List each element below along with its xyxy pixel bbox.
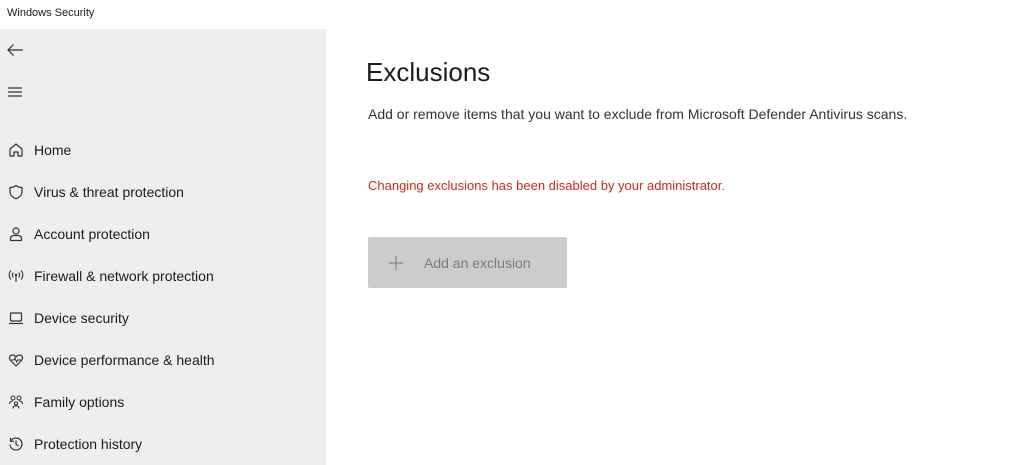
main-content: Exclusions Add or remove items that you … — [326, 29, 1024, 465]
family-icon — [3, 394, 29, 410]
sidebar-item-family-options[interactable]: Family options — [0, 381, 326, 423]
sidebar-item-label: Home — [34, 142, 72, 158]
windows-security-window: Windows Security Home Virus & threat pro… — [0, 0, 1024, 465]
person-icon — [3, 226, 29, 242]
admin-disabled-warning: Changing exclusions has been disabled by… — [368, 178, 725, 193]
sidebar-item-device-performance-health[interactable]: Device performance & health — [0, 339, 326, 381]
back-arrow-icon — [6, 43, 24, 57]
sidebar-item-label: Family options — [34, 394, 125, 410]
sidebar-item-label: Device performance & health — [34, 352, 215, 368]
heart-pulse-icon — [3, 352, 29, 368]
page-title: Exclusions — [366, 57, 491, 87]
sidebar-item-label: Device security — [34, 310, 129, 326]
title-bar: Windows Security — [0, 0, 1024, 29]
sidebar-item-device-security[interactable]: Device security — [0, 297, 326, 339]
plus-icon — [388, 255, 404, 271]
sidebar-item-label: Virus & threat protection — [34, 184, 184, 200]
home-icon — [3, 142, 29, 158]
back-button[interactable] — [0, 36, 30, 64]
sidebar-item-virus-threat-protection[interactable]: Virus & threat protection — [0, 171, 326, 213]
menu-button[interactable] — [0, 78, 30, 106]
sidebar-item-firewall-network-protection[interactable]: Firewall & network protection — [0, 255, 326, 297]
history-icon — [3, 436, 29, 452]
sidebar-nav: Home Virus & threat protection Account p… — [0, 129, 326, 465]
window-title: Windows Security — [7, 7, 95, 19]
shield-icon — [3, 184, 29, 200]
sidebar-item-protection-history[interactable]: Protection history — [0, 423, 326, 465]
sidebar-item-home[interactable]: Home — [0, 129, 326, 171]
wireless-antenna-icon — [3, 268, 29, 284]
laptop-icon — [3, 310, 29, 326]
sidebar-item-label: Firewall & network protection — [34, 268, 214, 284]
add-exclusion-button[interactable]: Add an exclusion — [368, 237, 567, 288]
add-exclusion-label: Add an exclusion — [424, 254, 531, 271]
sidebar-item-label: Account protection — [34, 226, 150, 242]
hamburger-menu-icon — [7, 86, 23, 98]
sidebar-item-label: Protection history — [34, 436, 143, 452]
page-description: Add or remove items that you want to exc… — [368, 106, 908, 122]
sidebar: Home Virus & threat protection Account p… — [0, 29, 326, 465]
sidebar-item-account-protection[interactable]: Account protection — [0, 213, 326, 255]
